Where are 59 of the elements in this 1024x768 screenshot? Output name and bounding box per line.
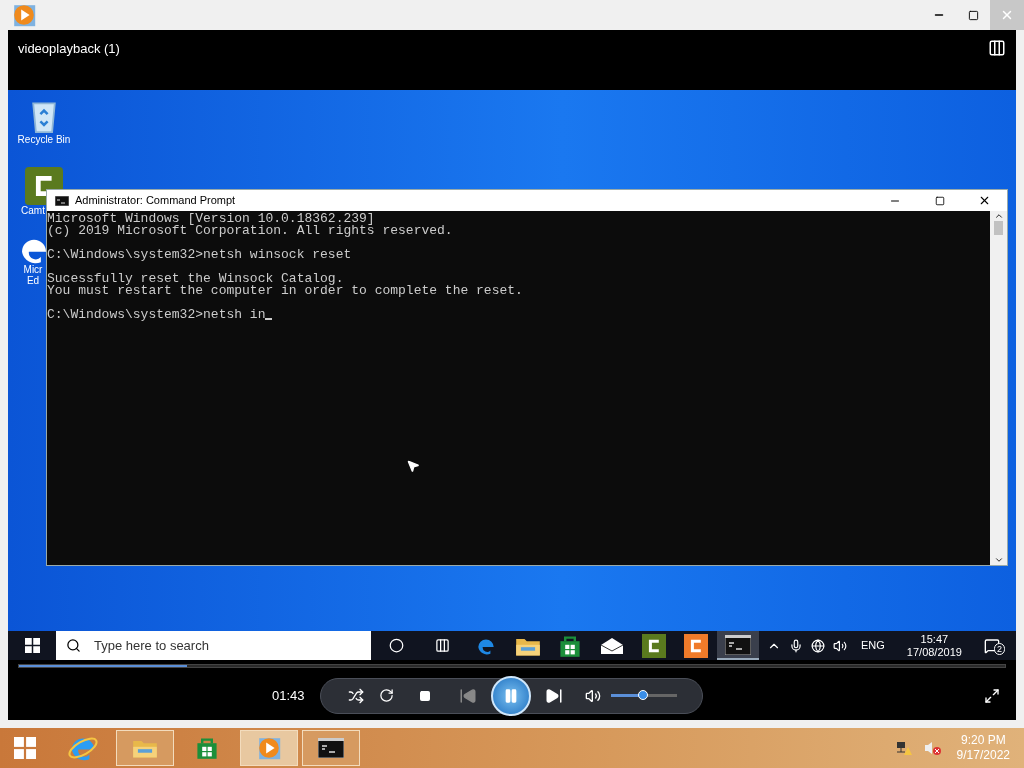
terminal-icon xyxy=(725,634,751,655)
video-title: videoplayback (1) xyxy=(18,40,120,58)
letter-c-icon xyxy=(642,633,666,658)
cortana-icon[interactable] xyxy=(388,638,404,653)
muted-speaker-icon[interactable] xyxy=(922,740,941,756)
taskbar-app-button[interactable] xyxy=(717,631,759,660)
notifications-icon[interactable] xyxy=(983,637,1000,654)
close-icon xyxy=(1000,8,1014,22)
desktop-icon-label[interactable]: Micr Ed xyxy=(18,264,48,286)
task-view-icon[interactable] xyxy=(434,638,450,653)
console-line: C:\Windows\system32>netsh in xyxy=(47,309,266,321)
desktop-icon-label[interactable]: Recycle Bin xyxy=(17,134,71,145)
letter-c-icon xyxy=(684,633,708,658)
language-indicator[interactable]: ENG xyxy=(861,637,885,654)
search-icon xyxy=(66,638,81,653)
console-line: C:\Windows\system32>netsh winsock reset xyxy=(47,249,352,261)
scroll-thumb[interactable] xyxy=(994,221,1003,235)
seek-bar[interactable] xyxy=(18,663,1006,668)
mouse-pointer-icon xyxy=(406,459,420,473)
scrollbar[interactable] xyxy=(990,211,1007,565)
previous-icon[interactable] xyxy=(459,686,477,705)
fullscreen-icon[interactable] xyxy=(984,687,1000,704)
switch-view-icon[interactable] xyxy=(988,39,1006,57)
microphone-icon[interactable] xyxy=(789,638,803,653)
repeat-icon[interactable] xyxy=(379,688,394,703)
search-field[interactable]: Type here to search xyxy=(56,631,371,660)
notification-count: 2 xyxy=(993,642,1005,655)
console-line: (c) 2019 Microsoft Corporation. All rights reserved. xyxy=(47,225,453,237)
network-icon[interactable] xyxy=(811,638,825,653)
store-bag-icon xyxy=(558,633,582,658)
scroll-down-icon[interactable] xyxy=(993,555,1004,565)
console-line: Microsoft Windows [Version 10.0.18362.239] xyxy=(47,213,375,225)
elapsed-time: 01:43 xyxy=(272,686,306,705)
network-warning-icon[interactable] xyxy=(894,740,913,756)
console-line: You must restart the computer in order to complete the reset. xyxy=(47,285,523,297)
clock-date[interactable]: 17/08/2019 xyxy=(906,645,962,659)
store-bag-icon xyxy=(195,736,219,760)
start-icon xyxy=(14,737,36,759)
scroll-up-icon[interactable] xyxy=(993,211,1004,221)
pause-icon xyxy=(503,687,519,704)
text-cursor-icon xyxy=(265,318,273,320)
close-icon xyxy=(978,194,991,207)
shuffle-icon[interactable] xyxy=(348,687,364,704)
next-icon[interactable] xyxy=(545,686,563,705)
start-icon xyxy=(24,638,40,653)
envelope-icon xyxy=(600,636,624,655)
maximize-icon xyxy=(967,9,979,21)
console-title: Administrator: Command Prompt xyxy=(75,193,236,209)
terminal-icon xyxy=(55,195,69,206)
pause-button[interactable] xyxy=(491,675,531,716)
speaker-icon[interactable] xyxy=(833,638,847,653)
volume-icon[interactable] xyxy=(585,687,601,704)
stop-icon[interactable] xyxy=(419,689,431,702)
terminal-icon xyxy=(318,738,344,758)
edge-icon xyxy=(22,238,46,264)
desktop-icon-label[interactable]: Camt xyxy=(18,205,48,216)
clock-time[interactable]: 15:47 xyxy=(920,632,949,646)
console-line: Sucessfully reset the Winsock Catalog. xyxy=(47,273,344,285)
maximize-icon xyxy=(934,195,945,206)
